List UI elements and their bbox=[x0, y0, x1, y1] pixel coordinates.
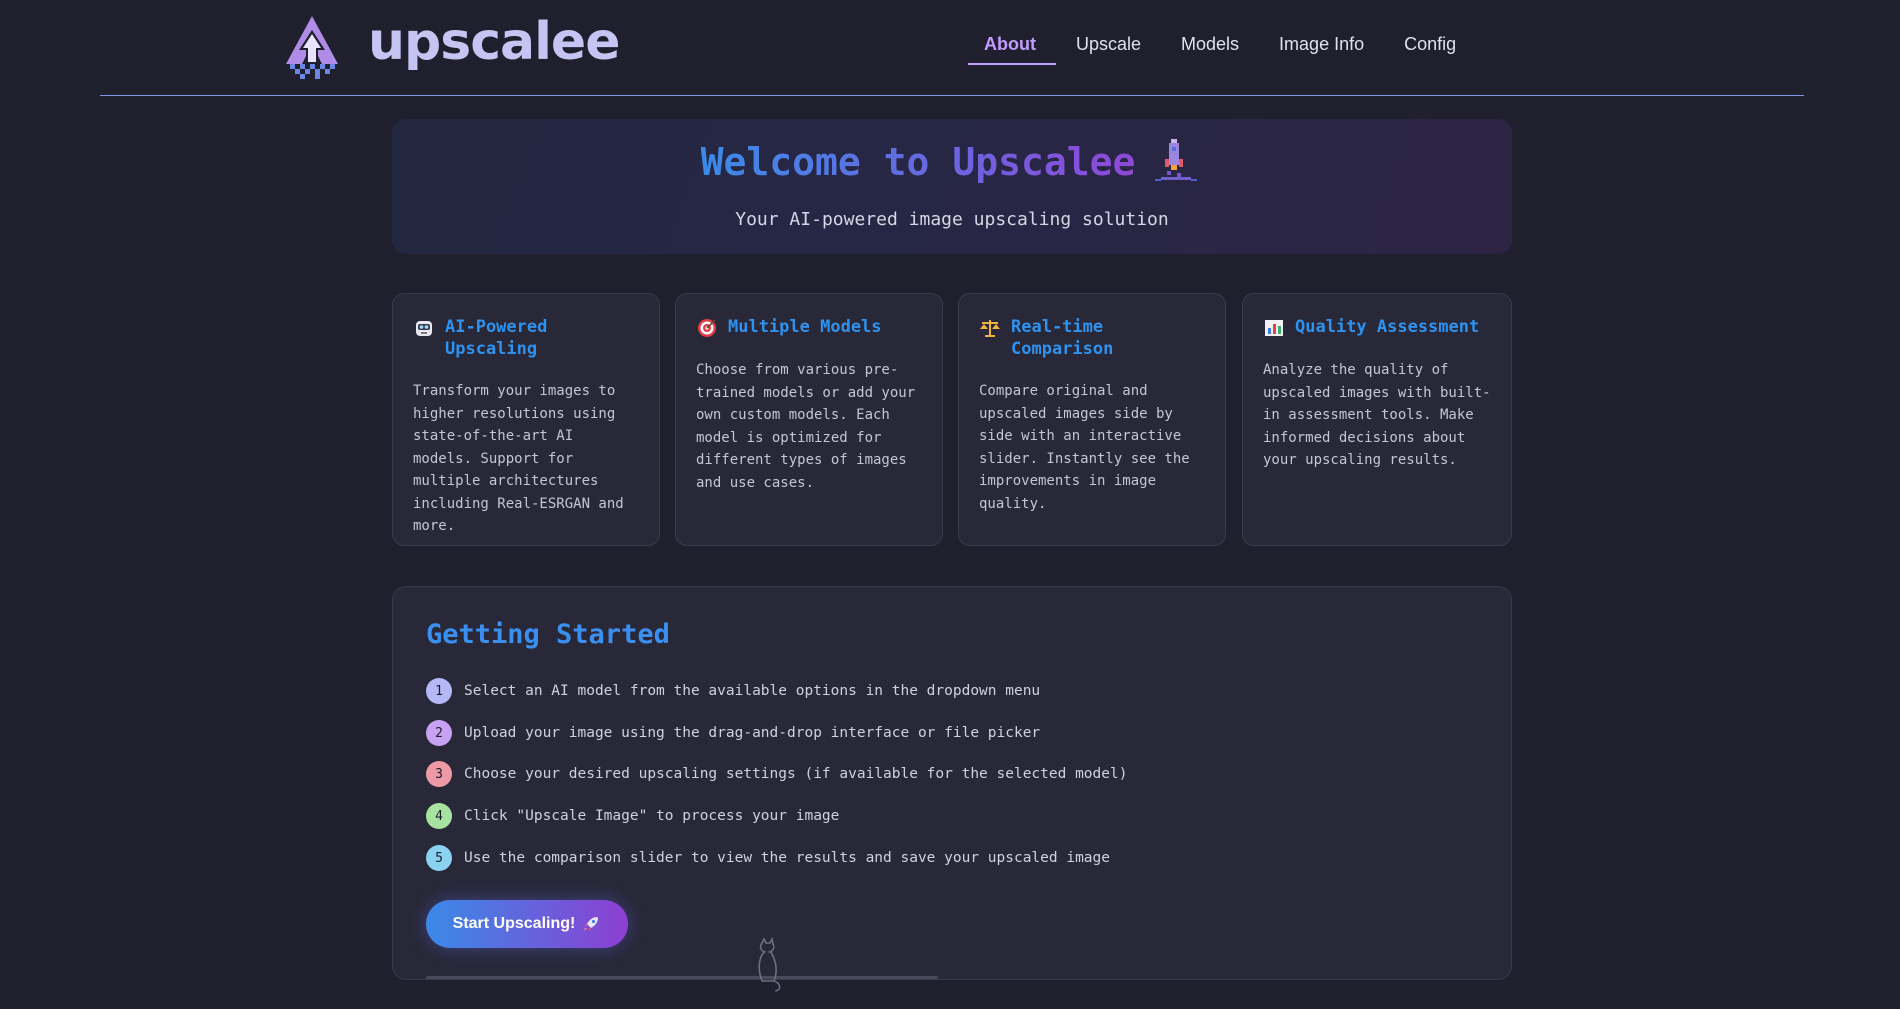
start-upscaling-button[interactable]: Start Upscaling! bbox=[426, 900, 628, 948]
step-text: Select an AI model from the available op… bbox=[464, 683, 1041, 699]
rocket-icon bbox=[584, 917, 599, 931]
feature-description: Analyze the quality of upscaled images w… bbox=[1263, 362, 1491, 468]
header-divider bbox=[100, 95, 1804, 96]
rocket-icon bbox=[1155, 139, 1198, 181]
getting-started-title: Getting Started bbox=[426, 619, 670, 650]
feature-card-ai-upscaling: AI-Powered Upscaling Transform your imag… bbox=[392, 293, 660, 546]
step-item: 1 Select an AI model from the available … bbox=[426, 678, 1040, 704]
brand-name: upscalee bbox=[368, 12, 620, 72]
step-text: Click "Upscale Image" to process your im… bbox=[464, 808, 840, 824]
step-number: 5 bbox=[426, 845, 452, 871]
robot-face-icon bbox=[416, 321, 432, 336]
step-item: 2 Upload your image using the drag-and-d… bbox=[426, 720, 1040, 746]
feature-card-multiple-models: Multiple Models Choose from various pre-… bbox=[675, 293, 943, 546]
feature-title: Real-time Comparison bbox=[1011, 317, 1114, 359]
feature-card-comparison: Real-time Comparison Compare original an… bbox=[958, 293, 1226, 546]
target-icon bbox=[698, 319, 716, 337]
step-item: 4 Click "Upscale Image" to process your … bbox=[426, 803, 839, 829]
feature-description: Transform your images to higher resoluti… bbox=[413, 383, 624, 534]
hero-title-text: Welcome to Upscalee bbox=[700, 140, 1136, 184]
feature-title: Quality Assessment bbox=[1295, 317, 1480, 337]
bar-chart-icon bbox=[1265, 320, 1283, 336]
feature-title: AI-Powered Upscaling bbox=[445, 317, 548, 359]
getting-started-panel: Getting Started 1 Select an AI model fro… bbox=[392, 586, 1512, 980]
step-number: 1 bbox=[426, 678, 452, 704]
nav-upscale[interactable]: Upscale bbox=[1056, 34, 1161, 65]
step-number: 4 bbox=[426, 803, 452, 829]
top-header: upscalee About Upscale Models Image Info… bbox=[0, 0, 1900, 97]
cat-icon bbox=[758, 937, 781, 992]
nav-models[interactable]: Models bbox=[1161, 34, 1259, 65]
nav-image-info[interactable]: Image Info bbox=[1259, 34, 1384, 65]
start-upscaling-label: Start Upscaling! bbox=[452, 915, 576, 932]
hero-title: Welcome to Upscalee bbox=[392, 135, 1512, 185]
step-number: 2 bbox=[426, 720, 452, 746]
step-text: Upload your image using the drag-and-dro… bbox=[464, 725, 1041, 741]
scroll-indicator bbox=[426, 976, 938, 979]
step-item: 5 Use the comparison slider to view the … bbox=[426, 845, 1110, 871]
step-item: 3 Choose your desired upscaling settings… bbox=[426, 761, 1127, 787]
feature-card-quality-assessment: Quality Assessment Analyze the quality o… bbox=[1242, 293, 1512, 546]
nav-config[interactable]: Config bbox=[1384, 34, 1476, 65]
feature-description: Choose from various pre-trained models o… bbox=[696, 362, 916, 491]
nav-about[interactable]: About bbox=[964, 34, 1056, 65]
feature-title: Multiple Models bbox=[728, 317, 882, 337]
balance-scale-icon bbox=[980, 320, 1000, 337]
step-number: 3 bbox=[426, 761, 452, 787]
main-nav: About Upscale Models Image Info Config bbox=[964, 34, 1476, 65]
feature-description: Compare original and upscaled images sid… bbox=[979, 383, 1190, 512]
step-text: Use the comparison slider to view the re… bbox=[464, 850, 1111, 866]
hero-subtitle: Your AI-powered image upscaling solution bbox=[735, 209, 1169, 230]
upscalee-logo-icon bbox=[286, 16, 338, 79]
hero-banner: Welcome to Upscalee Your AI-powered imag… bbox=[392, 119, 1512, 254]
step-text: Choose your desired upscaling settings (… bbox=[464, 766, 1128, 782]
